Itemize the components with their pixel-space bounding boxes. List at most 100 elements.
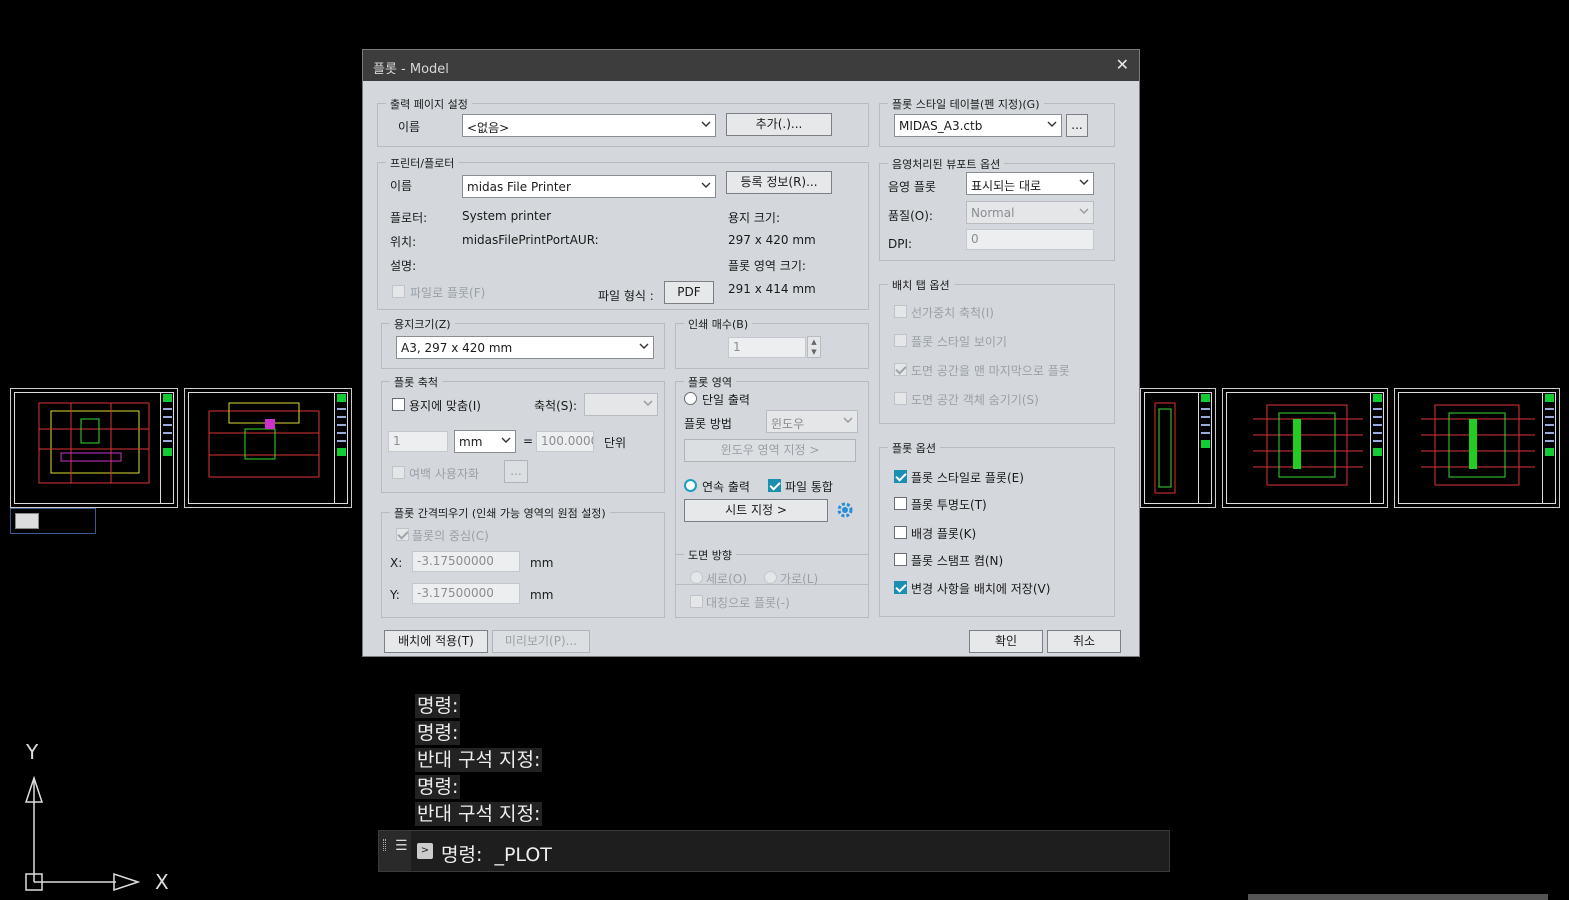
scale-unit-value: mm [459,435,483,449]
lineweight-scale-checkbox[interactable] [894,305,907,318]
plot-option-label: 플롯 스타일로 플롯(E) [911,471,1024,485]
scale-numerator-input[interactable]: 1 [388,431,448,452]
cancel-button[interactable]: 취소 [1047,630,1121,653]
custom-margin-checkbox[interactable] [392,466,405,479]
menu-icon[interactable]: ☰ [395,838,408,854]
file-format-button[interactable]: PDF [664,281,714,304]
fit-to-paper-label: 용지에 맞춤(I) [409,399,481,413]
plot-style-edit-button[interactable]: ... [1066,114,1088,137]
command-history-line: 명령: [415,694,461,718]
drawing-thumbnail[interactable] [184,388,352,508]
window-area-button[interactable]: 윈도우 영역 지정 > [684,439,856,462]
plot-stamp-checkbox[interactable] [894,553,907,566]
printer-properties-button[interactable]: 등록 정보(R)... [726,171,832,194]
hide-paperspace-objects-checkbox[interactable] [894,392,907,405]
plot-paperspace-last-checkbox[interactable] [894,363,907,376]
gear-icon[interactable] [834,499,856,521]
command-prompt-text[interactable]: 명령: _PLOT [441,840,552,867]
plot-option-label: 플롯 투명도(T) [911,498,987,512]
portrait-radio[interactable] [690,571,703,584]
quality-select[interactable]: Normal [966,201,1094,224]
shade-plot-label: 음영 플롯 [888,180,936,194]
chevron-down-icon [1047,118,1057,127]
chevron-down-icon [1079,176,1089,185]
scale-unit-select[interactable]: mm [454,430,516,453]
background-plot-checkbox[interactable] [894,526,907,539]
plot-transparency-checkbox[interactable] [894,497,907,510]
dpi-input[interactable]: 0 [966,229,1094,250]
copies-spinner[interactable]: ▲ ▼ [807,336,821,358]
shade-plot-select[interactable]: 표시되는 대로 [966,172,1094,195]
command-line-bar[interactable]: ☰ > 명령: _PLOT [378,830,1170,872]
single-output-label: 단일 출력 [702,393,750,407]
quality-value: Normal [971,206,1015,220]
command-prompt-label: 명령: [441,844,483,866]
location-value: midasFilePrintPortAUR: [462,233,599,247]
plot-with-styles-checkbox[interactable] [894,470,907,483]
save-changes-checkbox[interactable] [894,581,907,594]
offset-y-input[interactable]: -3.17500000 [412,583,520,604]
layout-tab-icon[interactable] [10,508,96,534]
chevron-down-icon [501,434,511,443]
plot-method-value: 윈도우 [771,417,805,431]
shaded-viewport-legend: 음영처리된 뷰포트 옵션 [888,156,1005,172]
scale-denominator-input[interactable]: 100.0000 [536,431,594,452]
drawing-thumbnail[interactable] [1222,388,1388,508]
fit-to-paper-checkbox[interactable] [392,398,405,411]
dialog-title-bar[interactable]: 플롯 - Model ✕ [363,50,1139,81]
show-plot-styles-checkbox[interactable] [894,334,907,347]
cad-workspace[interactable]: { "dialog": { "title": "플롯 - Model", "cl… [0,0,1569,900]
paper-size-value: A3, 297 x 420 mm [401,341,513,355]
printer-name-select[interactable]: midas File Printer [462,175,716,198]
command-history-line: 명령: [415,721,461,745]
plot-to-file-checkbox[interactable] [392,285,405,298]
custom-margin-button[interactable]: ... [504,460,528,483]
drawing-thumbnail[interactable] [1140,388,1216,508]
merge-file-checkbox[interactable] [768,479,781,492]
add-page-setup-button[interactable]: 추가(.)... [726,113,832,136]
sheet-select-button[interactable]: 시트 지정 > [684,499,828,522]
printer-name-label: 이름 [390,179,413,193]
file-format-label: 파일 형식 : [598,289,654,303]
offset-x-input[interactable]: -3.17500000 [412,551,520,572]
plot-scale-group: 플롯 축척 용지에 맞춤(I) 축척(S): 1 mm = 100.0000 단… [381,374,665,493]
paper-size-legend: 용지크기(Z) [390,316,455,332]
scrollbar-horizontal[interactable] [1248,894,1548,900]
copies-input[interactable]: 1 [728,337,806,358]
preview-button[interactable]: 미리보기(P)... [492,630,590,653]
layout-options-legend: 배치 탭 옵션 [888,277,954,293]
plot-to-file-label: 파일로 플롯(F) [410,286,486,300]
paper-size-select[interactable]: A3, 297 x 420 mm [396,336,654,359]
continuous-output-radio[interactable] [684,479,697,492]
plot-offset-legend: 플롯 간격띄우기 (인쇄 가능 영역의 원점 설정) [390,505,610,521]
single-output-radio[interactable] [684,392,697,405]
plot-method-select[interactable]: 윈도우 [766,410,858,433]
center-plot-checkbox[interactable] [396,528,409,541]
landscape-radio[interactable] [764,571,777,584]
quality-label: 품질(O): [888,209,933,223]
upside-down-checkbox[interactable] [690,595,703,608]
plotter-value: System printer [462,209,552,223]
plot-option-label: 플롯 스탬프 켬(N) [911,554,1004,568]
ucs-x-label: X [155,870,169,894]
plot-scale-legend: 플롯 축척 [390,374,442,390]
drawing-thumbnail[interactable] [1394,388,1560,508]
drawing-thumbnail[interactable] [10,388,178,508]
plot-area-size-label: 플롯 영역 크기: [728,259,806,273]
orientation-group: 도면 방향 세로(O) 가로(L) 대칭으로 플롯(-) [675,547,869,618]
ok-button[interactable]: 확인 [969,630,1043,653]
page-setup-group: 출력 페이지 설정 이름 <없음> 추가(.)... [377,96,869,147]
plot-style-table-select[interactable]: MIDAS_A3.ctb [894,114,1062,137]
layout-option-label: 플롯 스타일 보이기 [911,335,1007,349]
orientation-legend: 도면 방향 [684,547,736,563]
close-icon[interactable]: ✕ [1116,55,1129,74]
paper-size-value: 297 x 420 mm [728,233,816,247]
command-input-value[interactable]: _PLOT [494,844,551,866]
page-setup-name-select[interactable]: <없음> [462,114,716,137]
command-bar-grip[interactable]: ☰ [379,831,411,871]
page-setup-name-label: 이름 [398,120,421,134]
description-label: 설명: [390,259,417,273]
scale-select[interactable] [584,393,658,416]
drag-handle-icon[interactable] [383,839,386,851]
apply-to-layout-button[interactable]: 배치에 적용(T) [384,630,488,653]
